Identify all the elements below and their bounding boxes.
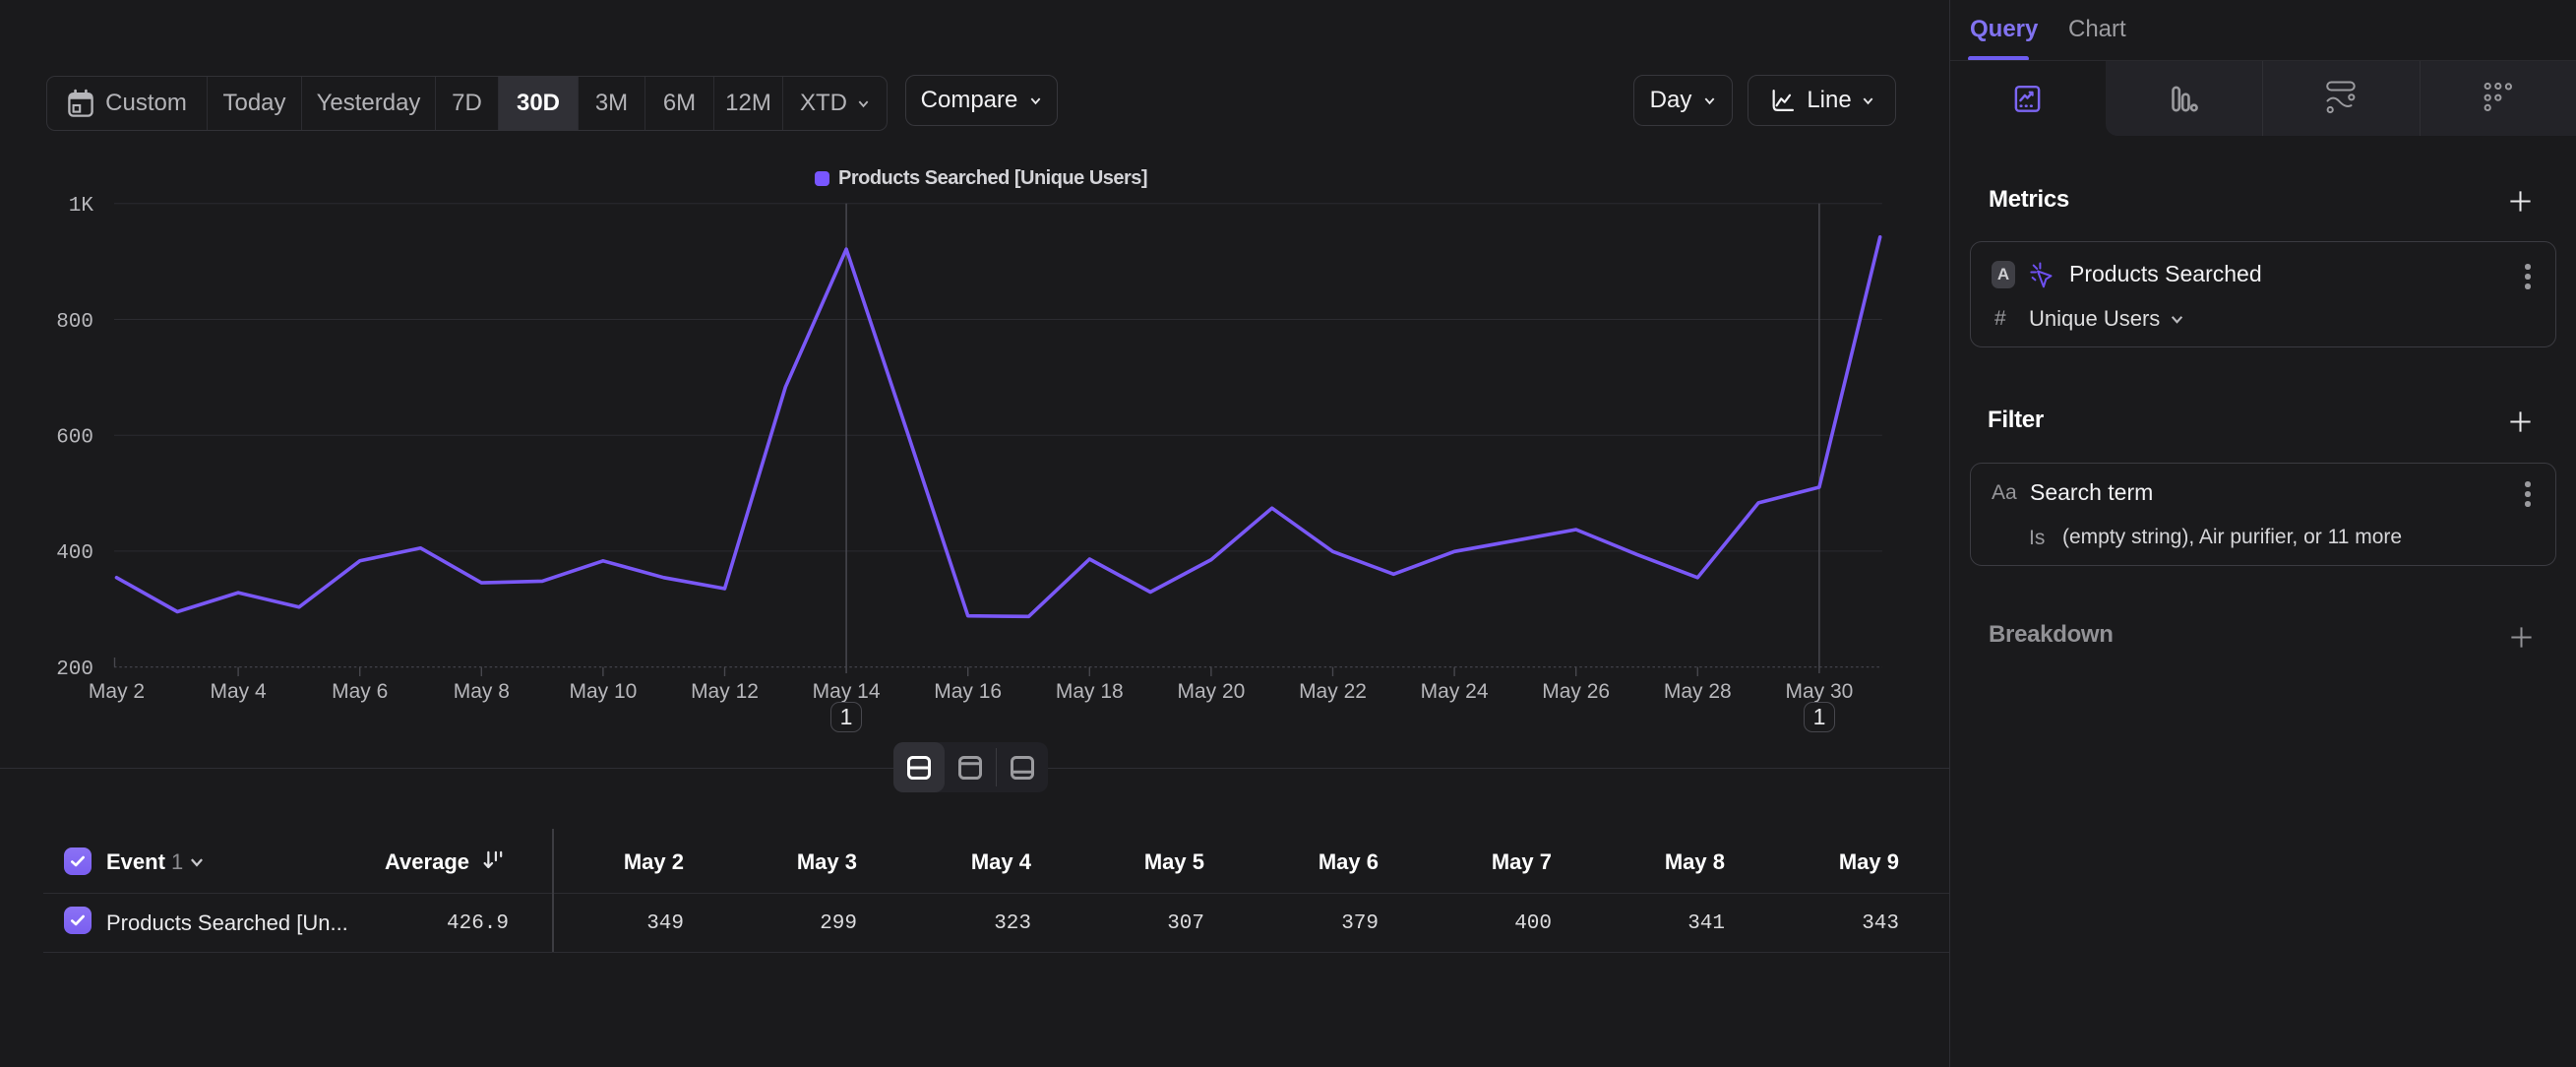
svg-text:800: 800 [56, 311, 93, 334]
svg-text:May 12: May 12 [691, 680, 759, 703]
svg-text:May 10: May 10 [569, 680, 637, 703]
svg-text:May 26: May 26 [1542, 680, 1610, 703]
svg-text:May 18: May 18 [1056, 680, 1124, 703]
svg-text:May 24: May 24 [1421, 680, 1489, 703]
svg-text:May 6: May 6 [332, 680, 388, 703]
svg-text:May 4: May 4 [211, 680, 268, 703]
svg-text:May 2: May 2 [89, 680, 145, 703]
svg-text:May 30: May 30 [1785, 680, 1853, 703]
svg-text:400: 400 [56, 542, 93, 565]
svg-text:May 8: May 8 [454, 680, 510, 703]
svg-text:May 14: May 14 [813, 680, 881, 703]
svg-text:600: 600 [56, 427, 93, 450]
svg-text:May 28: May 28 [1664, 680, 1732, 703]
svg-text:May 20: May 20 [1177, 680, 1245, 703]
svg-text:May 16: May 16 [934, 680, 1002, 703]
svg-text:May 22: May 22 [1299, 680, 1367, 703]
svg-text:1K: 1K [69, 195, 94, 218]
svg-text:200: 200 [56, 659, 93, 681]
